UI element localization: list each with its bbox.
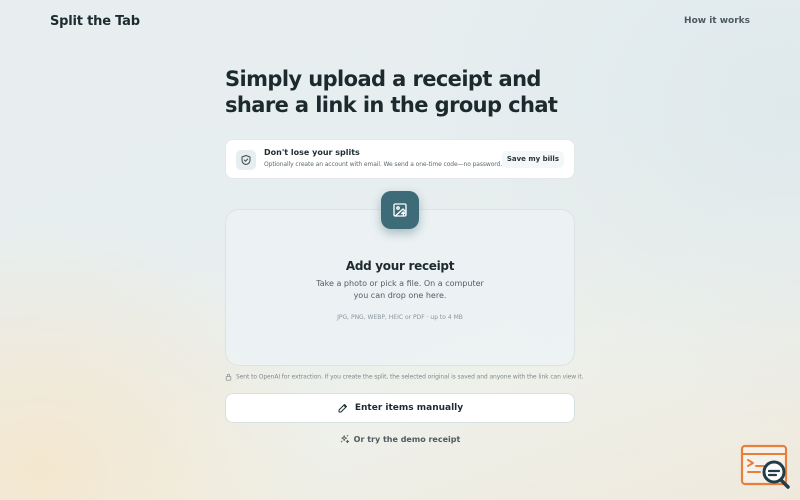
corner-terminal-search-logo-icon [740,444,790,489]
brand-logo-text[interactable]: Split the Tab [50,14,140,29]
dropzone-formats: JPG, PNG, WEBP, HEIC or PDF · up to 4 MB [337,314,463,321]
notice-title: Don't lose your splits [264,148,360,157]
shield-check-icon [236,150,256,170]
image-upload-icon[interactable] [381,191,419,229]
save-splits-notice: Don't lose your splits Optionally create… [225,139,575,179]
sparkles-icon [340,434,349,444]
pencil-icon [338,404,347,413]
how-it-works-link[interactable]: How it works [684,16,750,26]
hero-line-1: Simply upload a receipt and [225,67,541,91]
enter-items-manually-button[interactable]: Enter items manually [225,393,575,423]
lock-icon [225,373,232,381]
notice-subtitle: Optionally create an account with email.… [264,161,503,168]
top-nav: Split the Tab How it works [0,0,800,44]
dropzone-description: Take a photo or pick a file. On a comput… [316,279,484,300]
enter-items-manually-label: Enter items manually [354,403,464,413]
try-demo-receipt-link[interactable]: Or try the demo receipt [225,433,575,445]
privacy-note: Sent to OpenAI for extraction. If you cr… [225,373,585,383]
try-demo-receipt-label: Or try the demo receipt [353,434,461,444]
dropzone-title: Add your receipt [345,259,455,273]
privacy-note-text: Sent to OpenAI for extraction. If you cr… [236,373,584,381]
hero-line-2: share a link in the group chat [225,93,558,117]
save-my-bills-button[interactable]: Save my bills [501,151,564,168]
hero-heading: Simply upload a receipt and share a link… [225,66,575,118]
